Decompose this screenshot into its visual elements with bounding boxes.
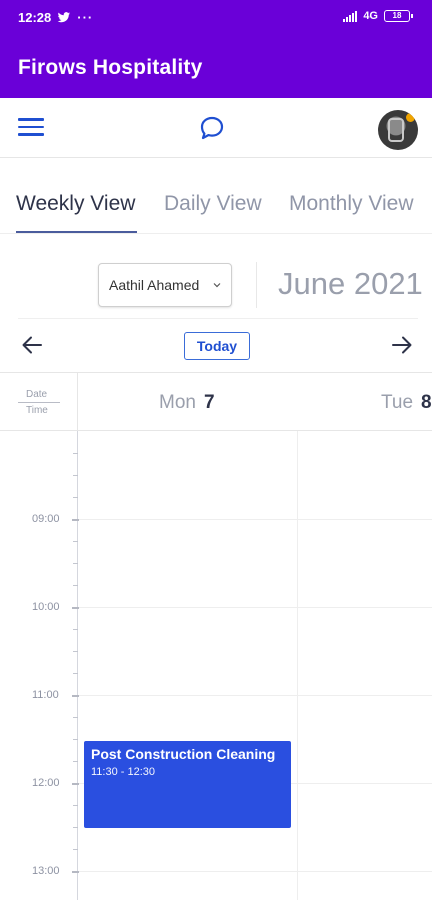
status-bar: 12:28 ··· 4G 18: [0, 0, 432, 36]
tab-monthly-view[interactable]: Monthly View: [289, 192, 414, 216]
divider: [256, 262, 257, 308]
minor-tick: [73, 453, 78, 454]
minor-tick: [73, 629, 78, 630]
tab-daily-view[interactable]: Daily View: [164, 192, 262, 216]
hour-gridline: [78, 695, 432, 696]
active-tab-indicator: [16, 231, 137, 233]
day-header-tue[interactable]: Tue 8: [381, 392, 432, 414]
battery-icon: 18: [384, 10, 413, 22]
toolbar: [0, 98, 432, 158]
twitter-icon: [57, 12, 71, 23]
status-more: ···: [77, 10, 94, 25]
corner-date-label: Date: [26, 389, 48, 400]
today-button[interactable]: Today: [184, 332, 250, 360]
hour-gridline: [78, 871, 432, 872]
hour-gridline: [78, 519, 432, 520]
view-tabs: Weekly View Daily View Monthly View: [0, 178, 432, 234]
month-label: June 2021: [278, 266, 423, 301]
status-time: 12:28: [18, 10, 52, 25]
minor-tick: [73, 563, 78, 564]
minor-tick: [73, 761, 78, 762]
day-header-mon[interactable]: Mon 7: [159, 392, 215, 414]
app-bar: Firows Hospitality: [0, 36, 432, 98]
app-title: Firows Hospitality: [18, 56, 203, 79]
minor-tick: [73, 717, 78, 718]
tab-weekly-view[interactable]: Weekly View: [16, 192, 135, 216]
signal-icon: [343, 10, 358, 22]
divider: [18, 318, 418, 319]
corner-time-label: Time: [26, 405, 48, 416]
minor-tick: [73, 651, 78, 652]
calendar-header: Date Time Mon 7 Tue 8: [0, 372, 432, 431]
event-title: Post Construction Cleaning: [91, 746, 276, 762]
day-number: 7: [203, 392, 215, 413]
menu-icon[interactable]: [18, 118, 44, 138]
arrow-right-icon[interactable]: [390, 334, 414, 356]
user-select-value: Aathil Ahamed: [109, 277, 200, 293]
time-label: 10:00: [32, 601, 60, 613]
user-select[interactable]: Aathil Ahamed: [98, 263, 232, 307]
major-tick: [72, 783, 79, 785]
major-tick: [72, 607, 79, 609]
time-label: 11:00: [32, 689, 59, 701]
battery-level: 18: [392, 11, 402, 20]
time-label: 12:00: [32, 777, 60, 789]
calendar-grid[interactable]: 09:00 10:00 11:00 12:00 13:00 Post Const…: [0, 431, 432, 900]
minor-tick: [73, 497, 78, 498]
minor-tick: [73, 827, 78, 828]
network-type: 4G: [363, 10, 378, 22]
minor-tick: [73, 475, 78, 476]
avatar[interactable]: [378, 110, 418, 150]
minor-tick: [73, 673, 78, 674]
minor-tick: [73, 849, 78, 850]
chat-icon[interactable]: [198, 114, 226, 142]
arrow-left-icon[interactable]: [20, 334, 44, 356]
major-tick: [72, 871, 79, 873]
minor-tick: [73, 805, 78, 806]
minor-tick: [73, 585, 78, 586]
calendar-event[interactable]: Post Construction Cleaning 11:30 - 12:30: [84, 741, 291, 828]
day-column-divider: [297, 431, 298, 900]
day-name: Tue: [381, 392, 414, 413]
minor-tick: [73, 739, 78, 740]
time-label: 13:00: [32, 865, 60, 877]
major-tick: [72, 519, 79, 521]
day-number: 8: [421, 392, 432, 413]
minor-tick: [73, 541, 78, 542]
date-time-corner: Date Time: [0, 373, 78, 430]
time-axis: [77, 431, 78, 900]
chevron-down-icon: [213, 283, 221, 288]
day-name: Mon: [159, 392, 196, 413]
event-time: 11:30 - 12:30: [91, 766, 156, 778]
hour-gridline: [78, 607, 432, 608]
major-tick: [72, 695, 79, 697]
time-label: 09:00: [32, 513, 60, 525]
